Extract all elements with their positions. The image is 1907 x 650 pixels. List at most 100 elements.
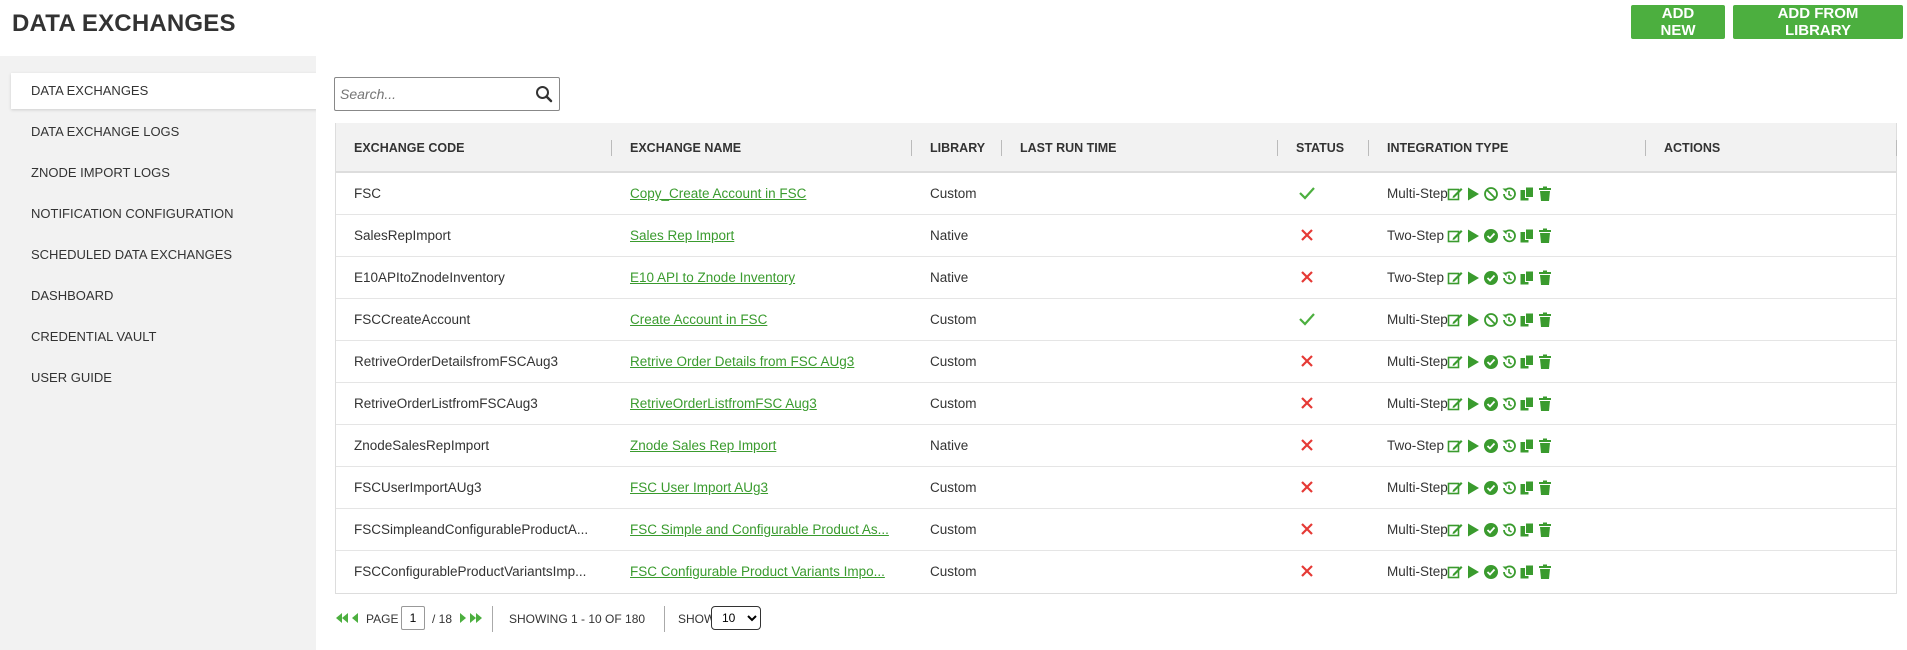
column-separator[interactable] xyxy=(911,140,912,156)
page-number-input[interactable] xyxy=(401,606,425,630)
first-page-icon[interactable] xyxy=(335,611,349,625)
table-row[interactable]: SalesRepImport Sales Rep Import Native Two-… xyxy=(336,215,1896,257)
sidebar-item-credential-vault[interactable]: CREDENTIAL VAULT xyxy=(11,319,318,355)
column-header-library[interactable]: LIBRARY xyxy=(930,123,985,173)
delete-icon[interactable] xyxy=(1537,522,1553,538)
sidebar-item-data-exchange-logs[interactable]: DATA EXCHANGE LOGS xyxy=(11,114,318,150)
history-icon[interactable] xyxy=(1501,186,1517,202)
column-header-status[interactable]: STATUS xyxy=(1296,123,1344,173)
edit-icon[interactable] xyxy=(1447,480,1463,496)
enable-icon[interactable] xyxy=(1483,396,1499,412)
exchange-name-link[interactable]: Create Account in FSC xyxy=(630,312,767,327)
copy-icon[interactable] xyxy=(1519,228,1535,244)
enable-icon[interactable] xyxy=(1483,354,1499,370)
column-separator[interactable] xyxy=(1001,140,1002,156)
copy-icon[interactable] xyxy=(1519,522,1535,538)
history-icon[interactable] xyxy=(1501,312,1517,328)
enable-icon[interactable] xyxy=(1483,270,1499,286)
edit-icon[interactable] xyxy=(1447,564,1463,580)
table-row[interactable]: FSC Copy_Create Account in FSC Custom Multi… xyxy=(336,173,1896,215)
exchange-name-link[interactable]: Sales Rep Import xyxy=(630,228,734,243)
delete-icon[interactable] xyxy=(1537,480,1553,496)
copy-icon[interactable] xyxy=(1519,354,1535,370)
history-icon[interactable] xyxy=(1501,480,1517,496)
column-header-integration-type[interactable]: INTEGRATION TYPE xyxy=(1387,123,1508,173)
sidebar-item-data-exchanges[interactable]: DATA EXCHANGES xyxy=(11,73,318,109)
table-row[interactable]: FSCSimpleandConfigurableProductA... FSC S… xyxy=(336,509,1896,551)
column-separator[interactable] xyxy=(611,140,612,156)
exchange-name-link[interactable]: FSC User Import AUg3 xyxy=(630,480,768,495)
copy-icon[interactable] xyxy=(1519,312,1535,328)
history-icon[interactable] xyxy=(1501,438,1517,454)
delete-icon[interactable] xyxy=(1537,564,1553,580)
search-icon[interactable] xyxy=(535,85,553,103)
sidebar-item-user-guide[interactable]: USER GUIDE xyxy=(11,360,318,396)
delete-icon[interactable] xyxy=(1537,438,1553,454)
play-icon[interactable] xyxy=(1465,312,1481,328)
edit-icon[interactable] xyxy=(1447,354,1463,370)
column-separator[interactable] xyxy=(1277,140,1278,156)
column-header-exchange-name[interactable]: EXCHANGE NAME xyxy=(630,123,741,173)
disable-icon[interactable] xyxy=(1483,312,1499,328)
column-separator[interactable] xyxy=(1896,140,1897,156)
delete-icon[interactable] xyxy=(1537,354,1553,370)
copy-icon[interactable] xyxy=(1519,186,1535,202)
play-icon[interactable] xyxy=(1465,228,1481,244)
copy-icon[interactable] xyxy=(1519,564,1535,580)
disable-icon[interactable] xyxy=(1483,186,1499,202)
copy-icon[interactable] xyxy=(1519,438,1535,454)
exchange-name-link[interactable]: FSC Configurable Product Variants Impo..… xyxy=(630,564,885,579)
delete-icon[interactable] xyxy=(1537,228,1553,244)
edit-icon[interactable] xyxy=(1447,228,1463,244)
add-new-button[interactable]: ADD NEW xyxy=(1631,5,1725,39)
sidebar-item-dashboard[interactable]: DASHBOARD xyxy=(11,278,318,314)
copy-icon[interactable] xyxy=(1519,396,1535,412)
exchange-name-link[interactable]: Znode Sales Rep Import xyxy=(630,438,776,453)
enable-icon[interactable] xyxy=(1483,438,1499,454)
delete-icon[interactable] xyxy=(1537,312,1553,328)
play-icon[interactable] xyxy=(1465,270,1481,286)
history-icon[interactable] xyxy=(1501,396,1517,412)
column-header-exchange-code[interactable]: EXCHANGE CODE xyxy=(354,123,464,173)
column-separator[interactable] xyxy=(1368,140,1369,156)
play-icon[interactable] xyxy=(1465,438,1481,454)
edit-icon[interactable] xyxy=(1447,438,1463,454)
enable-icon[interactable] xyxy=(1483,480,1499,496)
edit-icon[interactable] xyxy=(1447,270,1463,286)
sidebar-item-notification-configuration[interactable]: NOTIFICATION CONFIGURATION xyxy=(11,196,318,232)
history-icon[interactable] xyxy=(1501,354,1517,370)
sidebar-item-scheduled-data-exchanges[interactable]: SCHEDULED DATA EXCHANGES xyxy=(11,237,318,273)
delete-icon[interactable] xyxy=(1537,396,1553,412)
exchange-name-link[interactable]: E10 API to Znode Inventory xyxy=(630,270,795,285)
table-row[interactable]: FSCConfigurableProductVariantsImp... FSC … xyxy=(336,551,1896,593)
delete-icon[interactable] xyxy=(1537,270,1553,286)
previous-page-icon[interactable] xyxy=(349,611,363,625)
copy-icon[interactable] xyxy=(1519,270,1535,286)
next-page-icon[interactable] xyxy=(455,611,469,625)
enable-icon[interactable] xyxy=(1483,522,1499,538)
play-icon[interactable] xyxy=(1465,564,1481,580)
exchange-name-link[interactable]: Retrive Order Details from FSC AUg3 xyxy=(630,354,854,369)
play-icon[interactable] xyxy=(1465,396,1481,412)
exchange-name-link[interactable]: Copy_Create Account in FSC xyxy=(630,186,806,201)
page-size-select[interactable]: 10 xyxy=(711,606,761,630)
edit-icon[interactable] xyxy=(1447,186,1463,202)
sidebar-item-znode-import-logs[interactable]: ZNODE IMPORT LOGS xyxy=(11,155,318,191)
enable-icon[interactable] xyxy=(1483,228,1499,244)
exchange-name-link[interactable]: RetriveOrderListfromFSC Aug3 xyxy=(630,396,817,411)
table-row[interactable]: FSCCreateAccount Create Account in FSC Cus… xyxy=(336,299,1896,341)
play-icon[interactable] xyxy=(1465,354,1481,370)
play-icon[interactable] xyxy=(1465,186,1481,202)
table-row[interactable]: E10APItoZnodeInventory E10 API to Znode I… xyxy=(336,257,1896,299)
edit-icon[interactable] xyxy=(1447,396,1463,412)
exchange-name-link[interactable]: FSC Simple and Configurable Product As..… xyxy=(630,522,889,537)
copy-icon[interactable] xyxy=(1519,480,1535,496)
history-icon[interactable] xyxy=(1501,564,1517,580)
play-icon[interactable] xyxy=(1465,480,1481,496)
enable-icon[interactable] xyxy=(1483,564,1499,580)
table-row[interactable]: FSCUserImportAUg3 FSC User Import AUg3 Cus… xyxy=(336,467,1896,509)
history-icon[interactable] xyxy=(1501,522,1517,538)
column-separator[interactable] xyxy=(1645,140,1646,156)
last-page-icon[interactable] xyxy=(469,611,483,625)
edit-icon[interactable] xyxy=(1447,522,1463,538)
